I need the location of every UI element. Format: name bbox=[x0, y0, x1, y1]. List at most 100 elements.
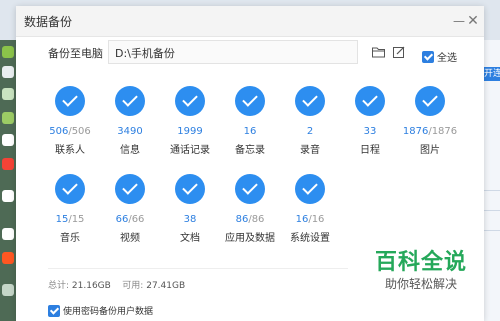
category-count: 33 bbox=[340, 126, 400, 137]
folder-icon[interactable] bbox=[372, 46, 385, 58]
category-name: 视频 bbox=[120, 233, 140, 244]
storage-info: 总计: 21.16GB 可用: 27.41GB bbox=[48, 278, 185, 291]
close-icon[interactable]: ✕ bbox=[466, 11, 480, 31]
select-all-label: 全选 bbox=[437, 53, 457, 64]
category-videos[interactable]: 66/66 视频 bbox=[100, 174, 160, 246]
category-count: 506/506 bbox=[40, 126, 100, 137]
check-circle-icon[interactable] bbox=[295, 174, 325, 204]
category-recordings[interactable]: 2 录音 bbox=[280, 86, 340, 158]
divider bbox=[484, 190, 500, 191]
category-count-done: 66 bbox=[115, 214, 129, 225]
destination-path-value: D:\手机备份 bbox=[115, 47, 175, 60]
category-count-total: 16 bbox=[311, 214, 325, 225]
category-count-done: 2 bbox=[306, 126, 314, 137]
category-name: 系统设置 bbox=[290, 233, 330, 244]
storage-total-value: 21.16GB bbox=[71, 281, 111, 291]
checkbox-checked-icon bbox=[48, 304, 60, 317]
check-circle-icon[interactable] bbox=[55, 174, 85, 204]
category-count-done: 33 bbox=[363, 126, 377, 137]
category-count-done: 506 bbox=[49, 126, 69, 137]
category-name: 应用及数据 bbox=[225, 233, 275, 244]
divider bbox=[484, 230, 500, 231]
category-memo[interactable]: 16 备忘录 bbox=[220, 86, 280, 158]
category-photos[interactable]: 1876/1876 图片 bbox=[400, 86, 460, 158]
edit-icon[interactable] bbox=[393, 46, 405, 58]
check-circle-icon[interactable] bbox=[235, 86, 265, 116]
category-count-done: 3490 bbox=[117, 126, 143, 137]
category-count: 86/86 bbox=[220, 214, 280, 225]
category-apps[interactable]: 86/86 应用及数据 bbox=[220, 174, 280, 246]
category-name: 文档 bbox=[180, 233, 200, 244]
category-name: 联系人 bbox=[55, 145, 85, 156]
background-app-icon bbox=[2, 134, 14, 146]
background-app-icon bbox=[2, 88, 14, 100]
storage-available-label: 可用: bbox=[122, 281, 144, 291]
checkbox-checked-icon bbox=[422, 50, 434, 63]
watermark-title: 百科全说 bbox=[374, 250, 467, 275]
background-app-icon bbox=[2, 190, 14, 202]
background-app-icon bbox=[2, 46, 14, 58]
check-circle-icon[interactable] bbox=[355, 86, 385, 116]
divider bbox=[484, 210, 500, 211]
category-contacts[interactable]: 506/506 联系人 bbox=[40, 86, 100, 158]
background-window: 开连接 bbox=[484, 40, 500, 321]
divider bbox=[48, 268, 348, 269]
storage-available-value: 27.41GB bbox=[146, 281, 186, 291]
encrypt-backup-checkbox[interactable]: 使用密码备份用户数据 bbox=[48, 300, 154, 317]
check-circle-icon[interactable] bbox=[235, 174, 265, 204]
dialog-title: 数据备份 bbox=[24, 15, 73, 29]
category-count-done: 1876 bbox=[402, 126, 429, 137]
category-name: 通话记录 bbox=[170, 145, 210, 156]
category-count: 2 bbox=[280, 126, 340, 137]
category-count-done: 38 bbox=[183, 214, 197, 225]
check-circle-icon[interactable] bbox=[115, 174, 145, 204]
destination-row: 备份至电脑 D:\手机备份 全选 bbox=[16, 38, 484, 66]
background-connect-button[interactable]: 开连接 bbox=[484, 67, 500, 81]
check-circle-icon[interactable] bbox=[55, 86, 85, 116]
background-app-icon bbox=[2, 66, 14, 78]
encrypt-backup-label: 使用密码备份用户数据 bbox=[63, 307, 154, 317]
category-documents[interactable]: 38 文档 bbox=[160, 174, 220, 246]
check-circle-icon[interactable] bbox=[175, 174, 205, 204]
check-circle-icon[interactable] bbox=[115, 86, 145, 116]
category-count-done: 16 bbox=[295, 214, 309, 225]
check-circle-icon[interactable] bbox=[295, 86, 325, 116]
background-app-icon bbox=[2, 252, 14, 264]
category-count-done: 15 bbox=[55, 214, 69, 225]
watermark-subtitle: 助你轻松解决 bbox=[384, 277, 457, 291]
check-circle-icon[interactable] bbox=[415, 86, 445, 116]
category-count: 15/15 bbox=[40, 214, 100, 225]
minimize-icon[interactable]: — bbox=[452, 11, 466, 31]
category-count-total: 66 bbox=[131, 214, 145, 225]
storage-total-label: 总计: bbox=[48, 281, 70, 291]
category-call-log[interactable]: 1999 通话记录 bbox=[160, 86, 220, 158]
select-all-checkbox[interactable]: 全选 bbox=[422, 46, 457, 64]
category-name: 日程 bbox=[360, 145, 380, 156]
category-count-done: 16 bbox=[243, 126, 257, 137]
background-app-icon bbox=[2, 284, 14, 296]
category-music[interactable]: 15/15 音乐 bbox=[40, 174, 100, 246]
category-name: 信息 bbox=[120, 145, 140, 156]
category-count-total: 1876 bbox=[431, 126, 458, 137]
category-count: 38 bbox=[160, 214, 220, 225]
category-calendar[interactable]: 33 日程 bbox=[340, 86, 400, 158]
category-count-total: 86 bbox=[251, 214, 265, 225]
category-messages[interactable]: 3490 信息 bbox=[100, 86, 160, 158]
category-count: 1876/1876 bbox=[400, 126, 460, 137]
background-app-icon bbox=[2, 158, 14, 170]
category-count: 16 bbox=[220, 126, 280, 137]
background-app-sidebar bbox=[0, 40, 16, 321]
category-count-done: 1999 bbox=[177, 126, 203, 137]
category-name: 录音 bbox=[300, 145, 320, 156]
category-count-total: 506 bbox=[71, 126, 91, 137]
category-count: 16/16 bbox=[280, 214, 340, 225]
category-settings[interactable]: 16/16 系统设置 bbox=[280, 174, 340, 246]
category-count: 1999 bbox=[160, 126, 220, 137]
dialog-titlebar: 数据备份 — ✕ bbox=[16, 6, 484, 37]
category-name: 音乐 bbox=[60, 233, 80, 244]
category-count: 66/66 bbox=[100, 214, 160, 225]
watermark-logo: 百科全说 助你轻松解决 bbox=[366, 250, 476, 292]
check-circle-icon[interactable] bbox=[175, 86, 205, 116]
backup-dialog: 数据备份 — ✕ 备份至电脑 D:\手机备份 全选 506/506 联系人 3490… bbox=[16, 6, 484, 321]
destination-path-field[interactable]: D:\手机备份 bbox=[108, 40, 358, 64]
